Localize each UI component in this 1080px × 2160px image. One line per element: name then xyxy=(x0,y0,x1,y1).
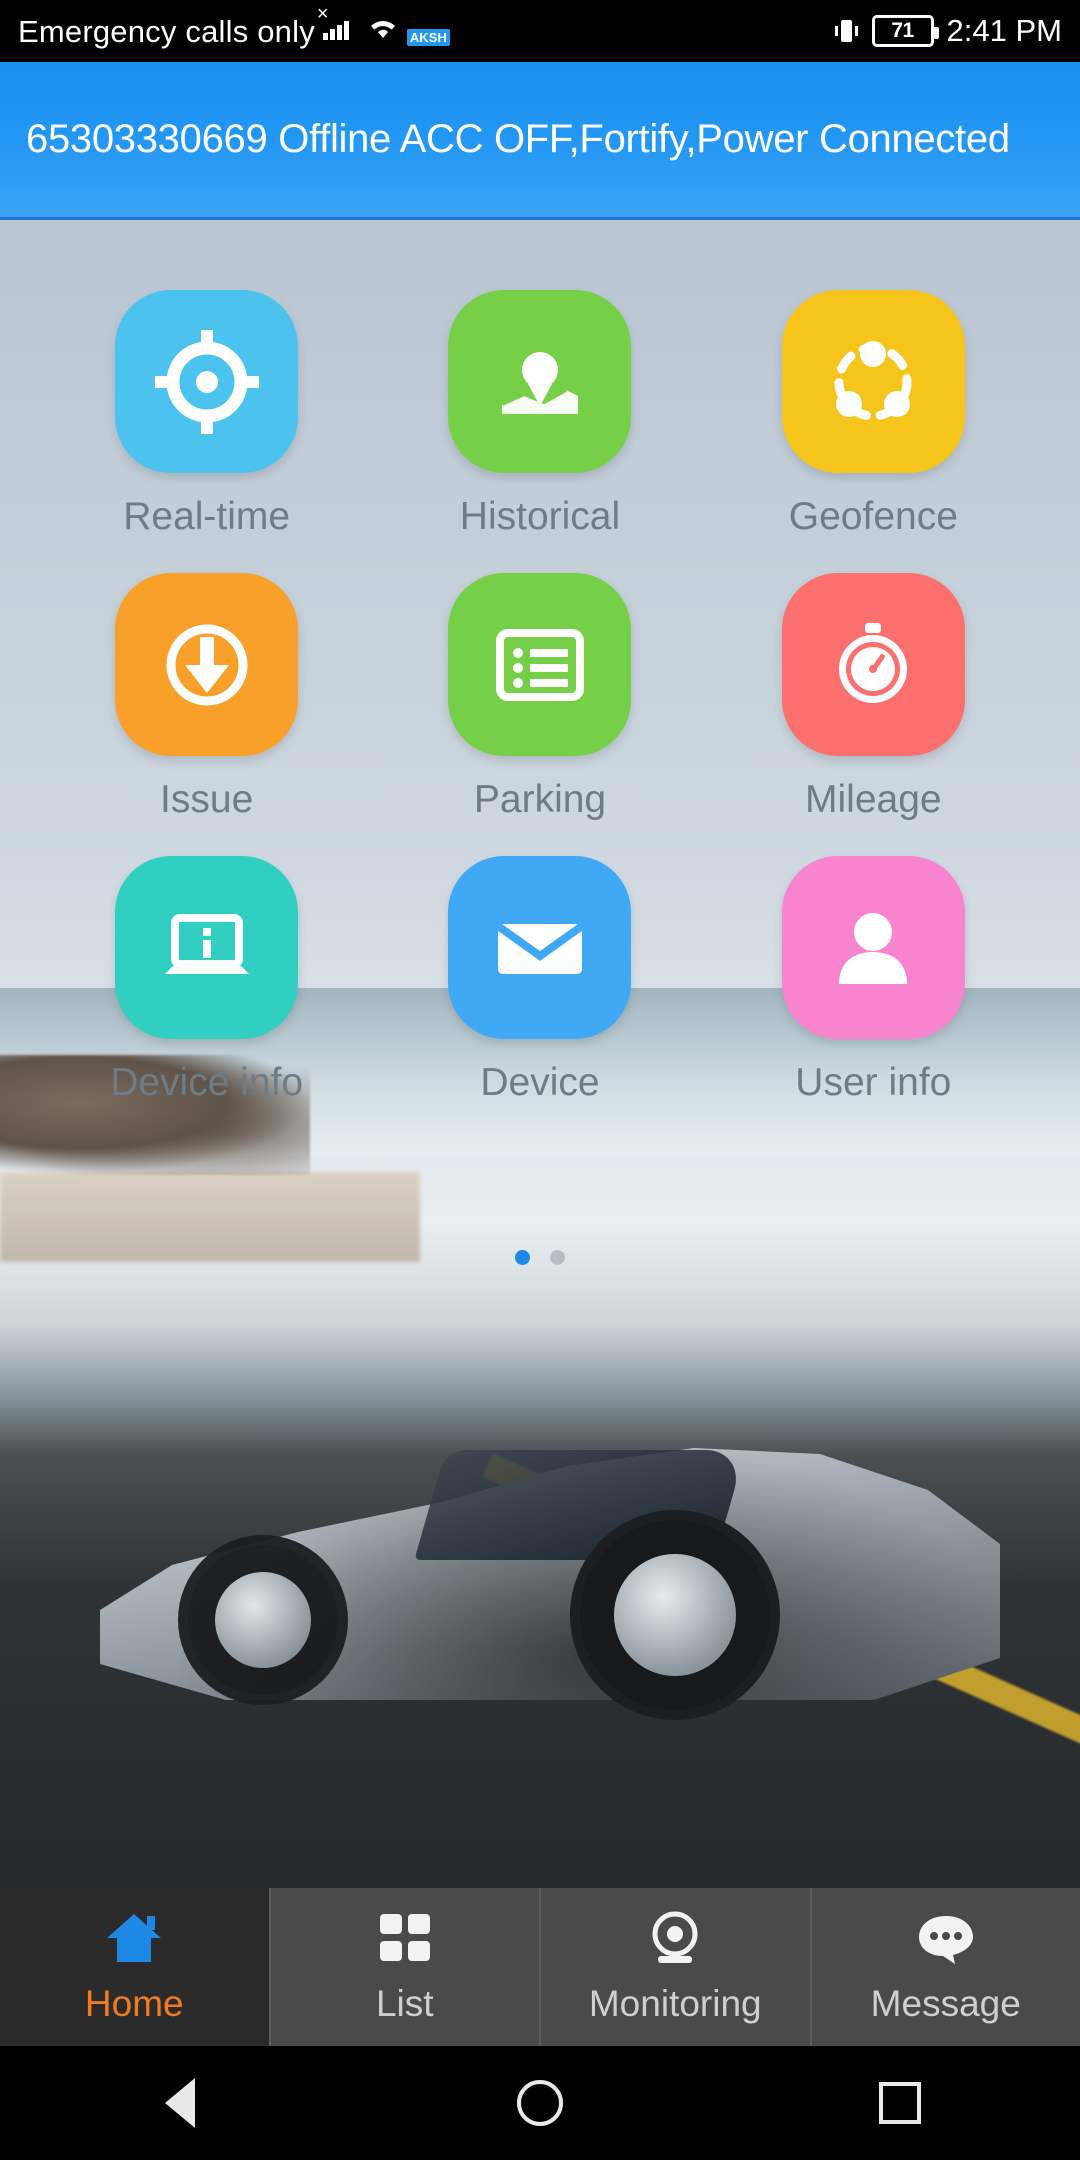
bottom-tab-bar: Home List Monitoring Message xyxy=(0,1888,1080,2046)
home-icon xyxy=(103,1910,165,1971)
battery-icon: 71 xyxy=(871,15,939,47)
home-circle-icon[interactable] xyxy=(480,2046,600,2160)
grid-item-real-time[interactable]: Real-time xyxy=(40,290,373,573)
wallpaper-car-rear-wheel xyxy=(188,1545,338,1695)
stopwatch-icon xyxy=(781,573,965,756)
grid-item-device[interactable]: Device xyxy=(373,856,706,1139)
person-icon xyxy=(781,856,965,1039)
grid-item-label: User info xyxy=(795,1061,952,1104)
laptop-info-icon xyxy=(115,856,299,1039)
recents-square-icon[interactable] xyxy=(840,2046,960,2160)
phone-screen: Emergency calls only × AKSH 71 2:41 PM 6… xyxy=(0,0,1080,2160)
tab-label: Home xyxy=(84,1982,184,2024)
grid-item-label: Real-time xyxy=(123,495,291,538)
page-dot[interactable] xyxy=(550,1250,565,1265)
device-status-banner[interactable]: 65303330669 Offline ACC OFF,Fortify,Powe… xyxy=(0,62,1080,220)
tab-monitoring[interactable]: Monitoring xyxy=(541,1888,812,2046)
grid-item-label: Geofence xyxy=(788,495,958,538)
chat-bubble-icon xyxy=(915,1910,977,1971)
map-pin-icon xyxy=(448,290,632,473)
grid-item-label: Mileage xyxy=(805,778,942,821)
page-indicator xyxy=(0,1250,1080,1265)
grid-item-mileage[interactable]: Mileage xyxy=(707,573,1040,856)
grid-item-label: Device info xyxy=(110,1061,304,1104)
page-dot-active[interactable] xyxy=(515,1250,530,1265)
grid-item-parking[interactable]: Parking xyxy=(373,573,706,856)
tab-label: Message xyxy=(870,1982,1021,2024)
grid-item-label: Parking xyxy=(473,778,607,821)
wallpaper-car-front-wheel xyxy=(580,1520,770,1710)
grid-item-label: Device xyxy=(480,1061,600,1104)
download-arrow-icon xyxy=(115,573,299,756)
system-navigation-bar xyxy=(0,2046,1080,2160)
grid-item-geofence[interactable]: Geofence xyxy=(707,290,1040,573)
tab-label: Monitoring xyxy=(588,1982,762,2024)
grid-item-historical[interactable]: Historical xyxy=(373,290,706,573)
grid-item-label: Issue xyxy=(160,778,254,821)
signal-bars-icon: × xyxy=(317,4,359,42)
grid-item-label: Historical xyxy=(459,495,621,538)
webcam-icon xyxy=(646,1910,704,1971)
battery-level-label: 71 xyxy=(891,19,914,42)
target-crosshair-icon xyxy=(115,290,299,473)
clock-label: 2:41 PM xyxy=(946,13,1062,48)
grid-item-device-info[interactable]: Device info xyxy=(40,856,373,1139)
app-badge-icon: AKSH xyxy=(406,29,450,46)
grid-item-user-info[interactable]: User info xyxy=(707,856,1040,1139)
carrier-label: Emergency calls only xyxy=(18,14,315,49)
grid-item-issue[interactable]: Issue xyxy=(40,573,373,856)
geofence-dots-icon xyxy=(781,290,965,473)
device-status-text: 65303330669 Offline ACC OFF,Fortify,Powe… xyxy=(26,117,1010,161)
tab-list[interactable]: List xyxy=(271,1888,541,2046)
grid-icon xyxy=(376,1910,434,1971)
tab-label: List xyxy=(375,1982,434,2024)
back-triangle-icon[interactable] xyxy=(120,2046,240,2160)
app-shortcut-grid: Real-time Historical Geofence Issue Park… xyxy=(0,220,1080,1330)
envelope-icon xyxy=(448,856,632,1039)
status-bar: Emergency calls only × AKSH 71 2:41 PM xyxy=(0,0,1080,62)
tab-message[interactable]: Message xyxy=(812,1888,1080,2046)
vibrate-icon xyxy=(833,16,859,46)
tab-home[interactable]: Home xyxy=(0,1888,271,2046)
list-card-icon xyxy=(448,573,632,756)
wifi-icon xyxy=(365,14,401,42)
